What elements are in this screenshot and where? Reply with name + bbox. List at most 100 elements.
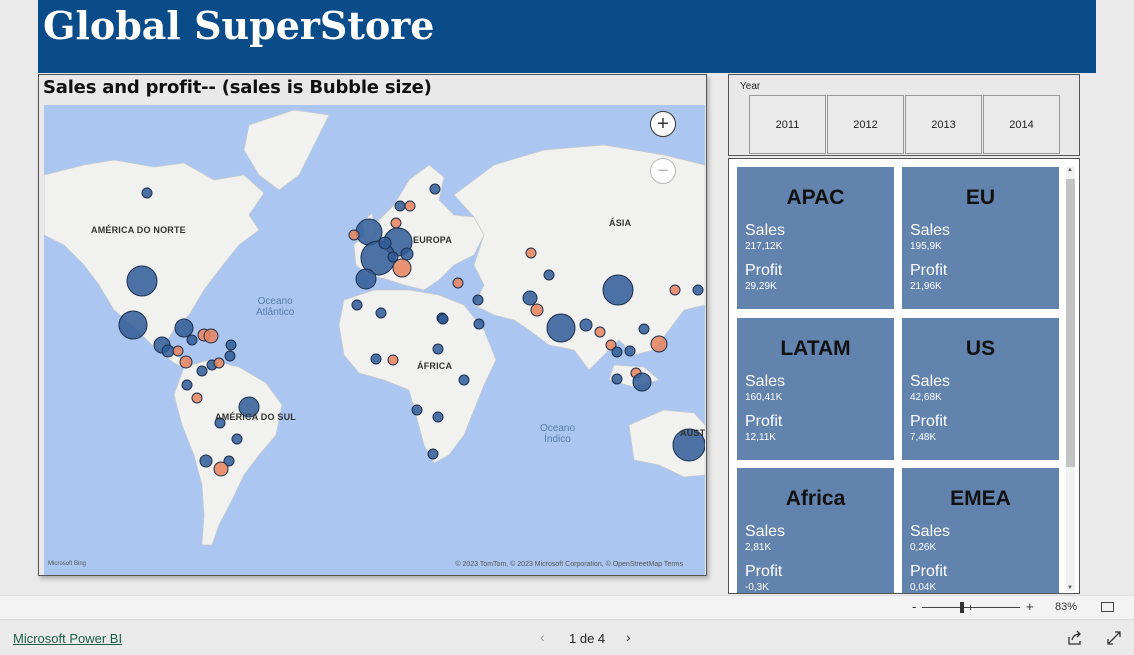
region-card-us[interactable]: US Sales 42,68K Profit 7,48K — [902, 318, 1059, 460]
bubble[interactable] — [355, 268, 377, 290]
bubble[interactable] — [594, 326, 606, 338]
bubble[interactable] — [432, 343, 444, 355]
share-icon[interactable] — [1067, 630, 1083, 646]
bubble-map[interactable]: AMÉRICA DO NORTE EUROPA ÁSIA ÁFRICA AMÉR… — [44, 105, 705, 575]
bubble[interactable] — [611, 346, 623, 358]
bubble[interactable] — [400, 247, 414, 261]
bubble[interactable] — [546, 313, 576, 343]
ocean-label-line: Atlântico — [256, 307, 295, 318]
profit-label: Profit — [745, 563, 783, 580]
bubble[interactable] — [452, 277, 464, 289]
bubble[interactable] — [191, 392, 203, 404]
bubble[interactable] — [394, 200, 406, 212]
bubble[interactable] — [692, 284, 704, 296]
bubble[interactable] — [126, 265, 158, 297]
bubble[interactable] — [387, 251, 399, 263]
bubble[interactable] — [437, 313, 449, 325]
scroll-up-icon[interactable]: ▲ — [1067, 167, 1073, 173]
bubble[interactable] — [186, 334, 198, 346]
region-cards[interactable]: APAC Sales 217,12K Profit 29,29K EU Sale… — [728, 158, 1080, 594]
year-button-2013[interactable]: 2013 — [905, 95, 982, 154]
bubble[interactable] — [199, 454, 213, 468]
region-card-apac[interactable]: APAC Sales 217,12K Profit 29,29K — [737, 167, 894, 309]
bubble[interactable] — [632, 372, 652, 392]
map-copyright[interactable]: © 2023 TomTom, © 2023 Microsoft Corporat… — [455, 561, 683, 568]
bubble[interactable] — [411, 404, 423, 416]
bubble[interactable] — [370, 353, 382, 365]
prev-page-icon[interactable]: ‹ — [540, 629, 545, 645]
bubble[interactable] — [458, 374, 470, 386]
bubble[interactable] — [213, 461, 229, 477]
bubble[interactable] — [141, 187, 153, 199]
region-card-africa[interactable]: Africa Sales 2,81K Profit -0,3K — [737, 468, 894, 593]
bubble[interactable] — [161, 344, 175, 358]
map-visual[interactable]: Sales and profit-- (sales is Bubble size… — [38, 74, 707, 576]
bubble[interactable] — [522, 290, 538, 306]
ocean-label: Oceano Atlântico — [256, 296, 294, 318]
bubble[interactable] — [525, 247, 537, 259]
bubble[interactable] — [179, 355, 193, 369]
region-card-latam[interactable]: LATAM Sales 160,41K Profit 12,11K — [737, 318, 894, 460]
bubble[interactable] — [611, 373, 623, 385]
bubble[interactable] — [118, 310, 148, 340]
bubble[interactable] — [225, 339, 237, 351]
bubble[interactable] — [650, 335, 668, 353]
zoom-out-button[interactable]: − — [650, 158, 676, 184]
zoom-slider-thumb[interactable] — [960, 602, 964, 613]
zoom-slider-track[interactable] — [922, 607, 1020, 608]
zoom-plus-button[interactable]: + — [1026, 599, 1034, 614]
bubble[interactable] — [624, 345, 636, 357]
zoom-slider-center-tick — [970, 605, 971, 610]
bubble[interactable] — [348, 229, 360, 241]
region-name: EMEA — [950, 487, 1011, 510]
year-button-2014[interactable]: 2014 — [983, 95, 1060, 154]
bubble[interactable] — [638, 323, 650, 335]
year-button-2012[interactable]: 2012 — [827, 95, 904, 154]
profit-value: 7,48K — [910, 432, 937, 443]
bubble[interactable] — [224, 350, 236, 362]
bubble[interactable] — [231, 433, 243, 445]
continent-label: EUROPA — [413, 235, 453, 245]
bubble[interactable] — [543, 269, 555, 281]
scroll-thumb[interactable] — [1066, 179, 1075, 467]
bubble[interactable] — [530, 303, 544, 317]
continent-label: AMÉRICA DO SUL — [215, 412, 296, 422]
bubble[interactable] — [203, 328, 219, 344]
scroll-down-icon[interactable]: ▼ — [1067, 585, 1073, 591]
zoom-minus-button[interactable]: - — [912, 599, 916, 614]
profit-value: 12,11K — [745, 432, 776, 443]
bubble[interactable] — [669, 284, 681, 296]
bubble[interactable] — [174, 318, 194, 338]
fullscreen-icon[interactable] — [1106, 630, 1122, 646]
bubble[interactable] — [375, 307, 387, 319]
bubble[interactable] — [427, 448, 439, 460]
year-button-2011[interactable]: 2011 — [749, 95, 826, 154]
region-card-eu[interactable]: EU Sales 195,9K Profit 21,96K — [902, 167, 1059, 309]
sales-value: 2,81K — [745, 542, 772, 553]
fit-to-page-icon[interactable] — [1101, 602, 1114, 612]
bubble[interactable] — [404, 200, 416, 212]
region-card-emea[interactable]: EMEA Sales 0,26K Profit 0,04K — [902, 468, 1059, 593]
next-page-icon[interactable]: › — [626, 629, 631, 645]
sales-label: Sales — [910, 373, 951, 390]
zoom-in-button[interactable]: + — [650, 111, 676, 137]
continent-label: ÁFRICA — [417, 361, 453, 371]
bubble[interactable] — [378, 236, 392, 250]
bubble[interactable] — [213, 357, 225, 369]
bubble[interactable] — [472, 294, 484, 306]
sales-label: Sales — [910, 523, 951, 540]
bubble[interactable] — [473, 318, 485, 330]
power-bi-link[interactable]: Microsoft Power BI — [13, 631, 122, 646]
bubble[interactable] — [172, 345, 184, 357]
bubble[interactable] — [196, 365, 208, 377]
bubble[interactable] — [351, 299, 363, 311]
bubble[interactable] — [602, 274, 634, 306]
bubble[interactable] — [390, 217, 402, 229]
bubble[interactable] — [579, 318, 593, 332]
region-name: APAC — [786, 186, 845, 209]
bubble[interactable] — [429, 183, 441, 195]
bubble[interactable] — [387, 354, 399, 366]
bubble[interactable] — [432, 411, 444, 423]
bubble[interactable] — [181, 379, 193, 391]
cards-scrollbar[interactable]: ▲ ▼ — [1066, 167, 1075, 591]
